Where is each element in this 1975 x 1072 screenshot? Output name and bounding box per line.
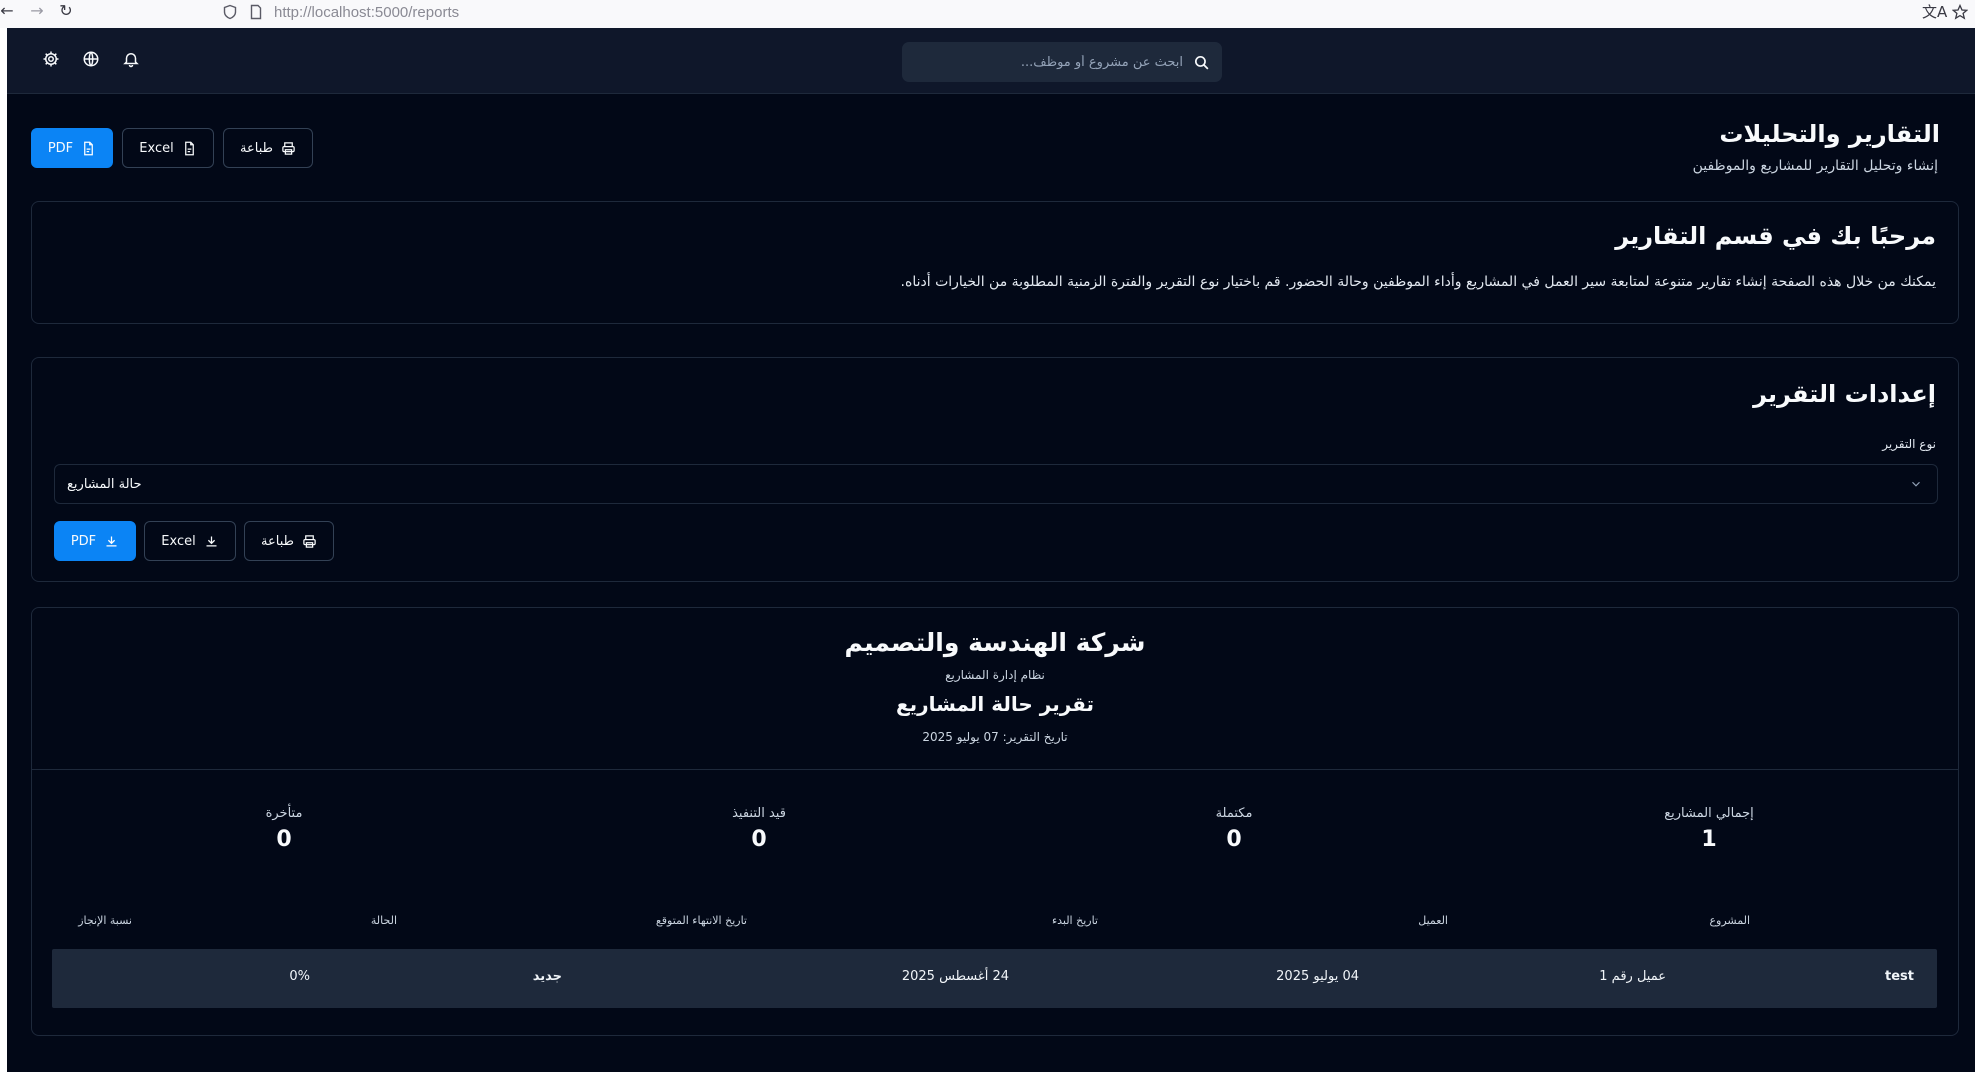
- report-type-select[interactable]: حالة المشاريع: [54, 464, 1938, 504]
- table-header-start-date: تاريخ البدء: [1051, 914, 1098, 927]
- url-text: http://localhost:5000/reports: [274, 3, 460, 21]
- settings-actions: PDF Excel طباعة: [54, 521, 334, 561]
- reload-icon[interactable]: ↻: [56, 1, 76, 20]
- page-icon: [250, 4, 262, 20]
- download-icon: [106, 536, 117, 546]
- file-icon: [184, 141, 194, 155]
- report-settings-card: إعدادات التقرير نوع التقرير حالة المشاري…: [31, 357, 1959, 582]
- report-type-value: حالة المشاريع: [67, 476, 142, 492]
- cell-end-date: 24 أغسطس 2025: [901, 969, 1009, 984]
- app-root: التقارير والتحليلات إنشاء وتحليل التقاري…: [7, 28, 1975, 1072]
- download-excel-button[interactable]: Excel: [144, 521, 236, 561]
- print-label: طباعة: [261, 533, 294, 549]
- translate-icon[interactable]: 文A: [1922, 1, 1947, 22]
- gear-icon[interactable]: [42, 50, 60, 68]
- excel-label: Excel: [161, 533, 196, 549]
- stat-label: متأخرة: [265, 806, 303, 821]
- cell-client: عميل رقم 1: [1599, 969, 1666, 984]
- forward-icon[interactable]: →: [27, 1, 47, 20]
- chevron-down-icon: [1912, 481, 1920, 487]
- pdf-label: PDF: [47, 140, 74, 156]
- search-box[interactable]: [902, 42, 1222, 82]
- print-label: طباعة: [240, 140, 273, 156]
- file-icon: [84, 141, 94, 155]
- table-header-progress: نسبة الإنجاز: [78, 914, 132, 927]
- download-pdf-button[interactable]: PDF: [54, 521, 136, 561]
- system-name: نظام إدارة المشاريع: [945, 668, 1045, 682]
- report-title: تقرير حالة المشاريع: [895, 692, 1095, 716]
- table-header-status: الحالة: [370, 914, 397, 927]
- welcome-card: مرحبًا بك في قسم التقارير يمكنك من خلال …: [31, 201, 1959, 324]
- download-icon: [206, 536, 217, 546]
- cell-progress: 0%: [289, 969, 310, 984]
- bookmark-star-icon[interactable]: [1952, 4, 1968, 20]
- table-row: test عميل رقم 1 04 يوليو 2025 24 أغسطس 2…: [52, 949, 1937, 1008]
- page-title: التقارير والتحليلات: [1719, 120, 1940, 148]
- address-bar[interactable]: http://localhost:5000/reports: [222, 0, 459, 24]
- export-pdf-button[interactable]: PDF: [31, 128, 113, 168]
- printer-icon: [303, 534, 316, 548]
- settings-print-button[interactable]: طباعة: [244, 521, 334, 561]
- stat-value: 1: [1701, 827, 1717, 852]
- table-header-client: العميل: [1418, 914, 1448, 927]
- divider: [32, 769, 1958, 770]
- stat-completed: مكتملة 0: [1134, 806, 1334, 852]
- cell-project: test: [1885, 969, 1914, 984]
- pdf-label: PDF: [70, 533, 97, 549]
- topbar: [7, 28, 1975, 94]
- welcome-text: يمكنك من خلال هذه الصفحة إنشاء تقارير مت…: [900, 274, 1936, 290]
- table-header-project: المشروع: [1709, 914, 1750, 927]
- report-type-label: نوع التقرير: [1882, 437, 1936, 451]
- bell-icon[interactable]: [122, 50, 140, 68]
- stat-total-projects: إجمالي المشاريع 1: [1609, 806, 1809, 852]
- printer-icon: [282, 141, 295, 155]
- stat-label: قيد التنفيذ: [732, 806, 786, 821]
- topbar-icons: [42, 50, 140, 68]
- cell-start-date: 04 يوليو 2025: [1276, 969, 1359, 984]
- header-actions: PDF Excel طباعة: [31, 128, 313, 168]
- shield-icon: [223, 4, 237, 20]
- browser-toolbar: ← → ↻ http://localhost:5000/reports 文A: [0, 0, 1975, 28]
- cell-status: جديد: [532, 969, 562, 984]
- search-input[interactable]: [933, 54, 1183, 70]
- report-preview-card: شركة الهندسة والتصميم نظام إدارة المشاري…: [31, 607, 1959, 1036]
- stat-value: 0: [1226, 827, 1242, 852]
- print-button[interactable]: طباعة: [223, 128, 313, 168]
- settings-title: إعدادات التقرير: [1753, 380, 1936, 408]
- stat-delayed: متأخرة 0: [184, 806, 384, 852]
- export-excel-button[interactable]: Excel: [122, 128, 214, 168]
- welcome-title: مرحبًا بك في قسم التقارير: [1615, 222, 1936, 250]
- stat-value: 0: [276, 827, 292, 852]
- globe-icon[interactable]: [82, 50, 100, 68]
- stat-value: 0: [751, 827, 767, 852]
- company-name: شركة الهندسة والتصميم: [844, 628, 1146, 657]
- stat-in-progress: قيد التنفيذ 0: [659, 806, 859, 852]
- stat-label: إجمالي المشاريع: [1664, 806, 1754, 821]
- page-subtitle: إنشاء وتحليل التقارير للمشاريع والموظفين: [1692, 158, 1938, 174]
- stat-label: مكتملة: [1215, 806, 1253, 821]
- table-header-end-date: تاريخ الانتهاء المتوقع: [655, 914, 747, 927]
- excel-label: Excel: [139, 140, 174, 156]
- back-icon[interactable]: ←: [0, 1, 17, 20]
- report-date: تاريخ التقرير: 07 يوليو 2025: [922, 730, 1068, 744]
- search-icon: [1194, 55, 1209, 69]
